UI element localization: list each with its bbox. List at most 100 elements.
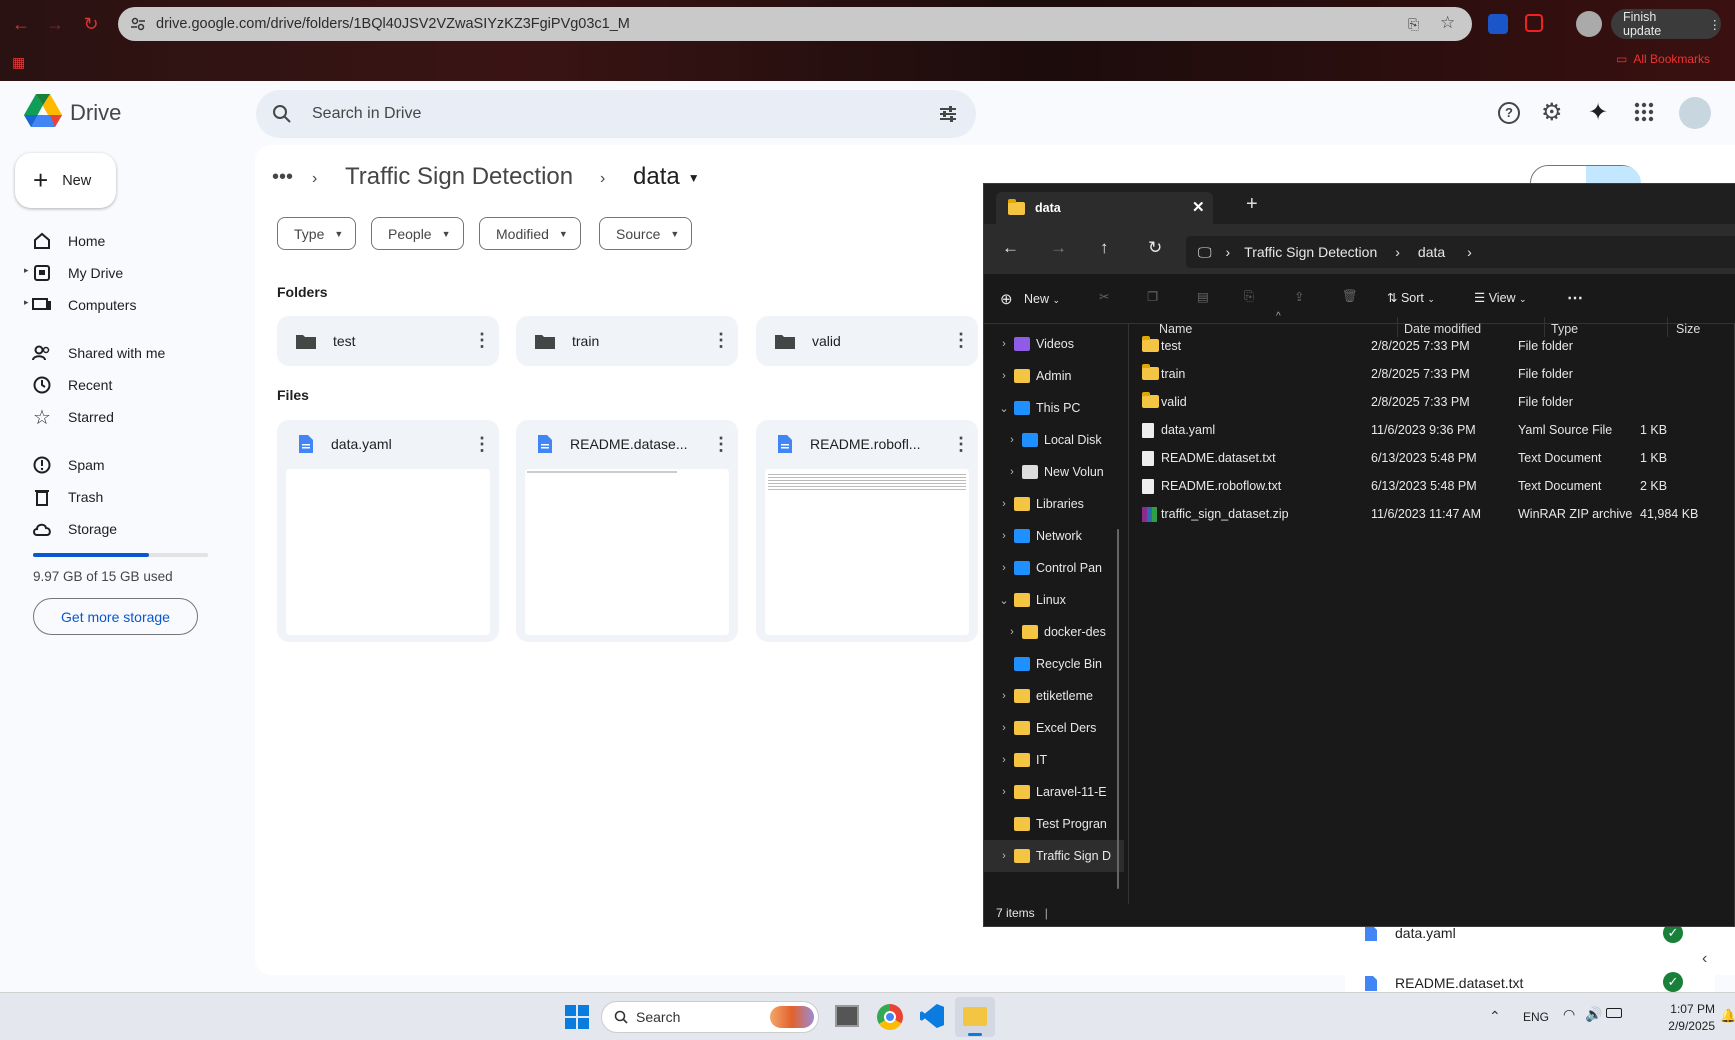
address-segment[interactable]: data [1418,244,1445,260]
tree-item[interactable]: › Traffic Sign D [984,840,1124,872]
expand-chevron-icon[interactable]: › [1002,434,1022,446]
sidebar-item-trash[interactable]: Trash [32,481,103,513]
expand-arrow-icon[interactable]: ▸ [24,265,29,276]
expand-chevron-icon[interactable]: › [994,690,1014,702]
reload-icon[interactable]: ↻ [80,13,102,35]
expand-chevron-icon[interactable]: › [994,722,1014,734]
explorer-taskbar-button[interactable] [955,997,995,1037]
tree-item[interactable]: Recycle Bin [984,648,1124,680]
install-app-icon[interactable]: ⎘ [1408,16,1419,33]
sidebar-item-storage[interactable]: Storage [32,513,117,545]
nav-scrollbar[interactable] [1117,529,1119,889]
chevron-up-icon[interactable]: ⌃ [1489,1008,1501,1025]
wifi-icon[interactable]: ◠ [1563,1006,1575,1023]
tree-item[interactable]: › Libraries [984,488,1124,520]
copy-icon[interactable]: ❐ [1147,289,1158,304]
tree-item[interactable]: › Admin [984,360,1124,392]
new-tab-icon[interactable]: + [1246,193,1258,216]
close-icon[interactable]: ✕ [1192,198,1205,216]
get-more-storage-button[interactable]: Get more storage [33,598,198,635]
more-vert-icon[interactable]: ⋮ [952,331,970,349]
forward-icon[interactable]: → [44,13,66,35]
new-button[interactable]: + New [15,153,116,208]
search-icon[interactable] [272,104,292,124]
view-button[interactable]: ☰ View ⌄ [1474,290,1527,305]
file-row[interactable]: valid 2/8/2025 7:33 PM File folder [1134,388,1735,416]
battery-icon[interactable] [1606,1008,1622,1018]
extension-icon[interactable] [1488,14,1508,34]
more-vert-icon[interactable]: ⋮ [473,435,491,453]
expand-arrow-icon[interactable]: ▸ [24,297,29,308]
expand-chevron-icon[interactable]: › [994,498,1014,510]
details-file-item[interactable]: README.dataset.txt [1365,975,1523,991]
file-row[interactable]: README.roboflow.txt 6/13/2023 5:48 PM Text… [1134,472,1735,500]
tree-item[interactable]: › etiketleme [984,680,1124,712]
sidebar-item-home[interactable]: Home [32,225,105,257]
sidebar-item-computers[interactable]: Computers [32,289,136,321]
address-segment[interactable]: Traffic Sign Detection [1244,244,1377,260]
forward-icon[interactable]: → [1050,238,1067,258]
gemini-sparkle-icon[interactable]: ✦ [1588,98,1608,127]
back-icon[interactable]: ← [10,13,32,35]
new-menu-button[interactable]: New ⌄ [1024,292,1060,306]
expand-chevron-icon[interactable]: › [994,786,1014,798]
folder-card[interactable]: valid ⋮ [756,316,978,366]
settings-gear-icon[interactable]: ⚙ [1541,98,1563,127]
file-card[interactable]: README.robofl... ⋮ [756,420,978,642]
tree-item[interactable]: ⌄ Linux [984,584,1124,616]
help-icon[interactable]: ? [1498,102,1520,124]
file-row[interactable]: README.dataset.txt 6/13/2023 5:48 PM Text … [1134,444,1735,472]
paste-icon[interactable]: ▤ [1197,289,1209,304]
finish-update-button[interactable]: Finish update ⋮ [1611,9,1721,39]
folder-card[interactable]: test ⋮ [277,316,499,366]
notification-bell-icon[interactable]: 🔔 [1720,1008,1735,1024]
apps-grid-icon[interactable] [1634,102,1654,122]
tree-item[interactable]: › Local Disk [984,424,1124,456]
breadcrumb-current[interactable]: data ▼ [633,163,700,191]
expand-chevron-icon[interactable]: › [994,562,1014,574]
filter-source[interactable]: Source ▼ [599,217,693,250]
delete-icon[interactable]: 🗑 [1342,289,1358,304]
cut-icon[interactable]: ✂ [1099,289,1109,304]
filter-people[interactable]: People ▼ [371,217,464,250]
up-icon[interactable]: ↑ [1100,238,1109,258]
tree-item[interactable]: › Control Pan [984,552,1124,584]
sort-button[interactable]: ⇅ Sort ⌄ [1387,290,1435,305]
tree-item[interactable]: › IT [984,744,1124,776]
file-card[interactable]: data.yaml ⋮ [277,420,499,642]
tree-item[interactable]: › docker-des [984,616,1124,648]
expand-chevron-icon[interactable]: › [994,370,1014,382]
profile-avatar[interactable] [1576,11,1602,37]
explorer-tab[interactable]: data ✕ [996,192,1213,224]
search-bar[interactable]: Search in Drive [256,90,976,138]
expand-chevron-icon[interactable]: › [994,338,1014,350]
breadcrumb-more[interactable]: ••• [272,166,293,189]
more-vert-icon[interactable]: ⋮ [473,331,491,349]
site-info-icon[interactable] [130,16,146,32]
expand-chevron-icon[interactable]: › [1002,626,1022,638]
language-indicator[interactable]: ENG [1523,1010,1549,1024]
tree-item[interactable]: › Laravel-11-E [984,776,1124,808]
windows-start-icon[interactable] [565,1005,589,1029]
sidebar-item-spam[interactable]: Spam [32,449,105,481]
volume-icon[interactable]: 🔊 [1585,1006,1602,1023]
details-file-item[interactable]: data.yaml [1365,925,1456,941]
file-row[interactable]: data.yaml 11/6/2023 9:36 PM Yaml Source Fi… [1134,416,1735,444]
expand-chevron-icon[interactable]: › [994,530,1014,542]
tree-item[interactable]: Test Progran [984,808,1124,840]
sidebar-item-my-drive[interactable]: My Drive [32,257,123,289]
more-horiz-icon[interactable]: ⋯ [1567,288,1583,308]
tree-item[interactable]: › Network [984,520,1124,552]
file-row[interactable]: test 2/8/2025 7:33 PM File folder [1134,332,1735,360]
search-options-icon[interactable] [938,104,958,124]
apps-grid-icon[interactable]: ▦ [12,54,25,71]
task-view-icon[interactable] [835,1005,859,1027]
tree-item[interactable]: › Excel Ders [984,712,1124,744]
extension-icon[interactable] [1525,14,1543,32]
taskbar-search[interactable]: Search [601,1001,819,1033]
all-bookmarks[interactable]: ▭ All Bookmarks [1616,52,1710,66]
back-icon[interactable]: ← [1002,238,1019,258]
tree-item[interactable]: › New Volun [984,456,1124,488]
drive-logo-icon[interactable] [24,94,62,128]
more-vert-icon[interactable]: ⋮ [712,331,730,349]
